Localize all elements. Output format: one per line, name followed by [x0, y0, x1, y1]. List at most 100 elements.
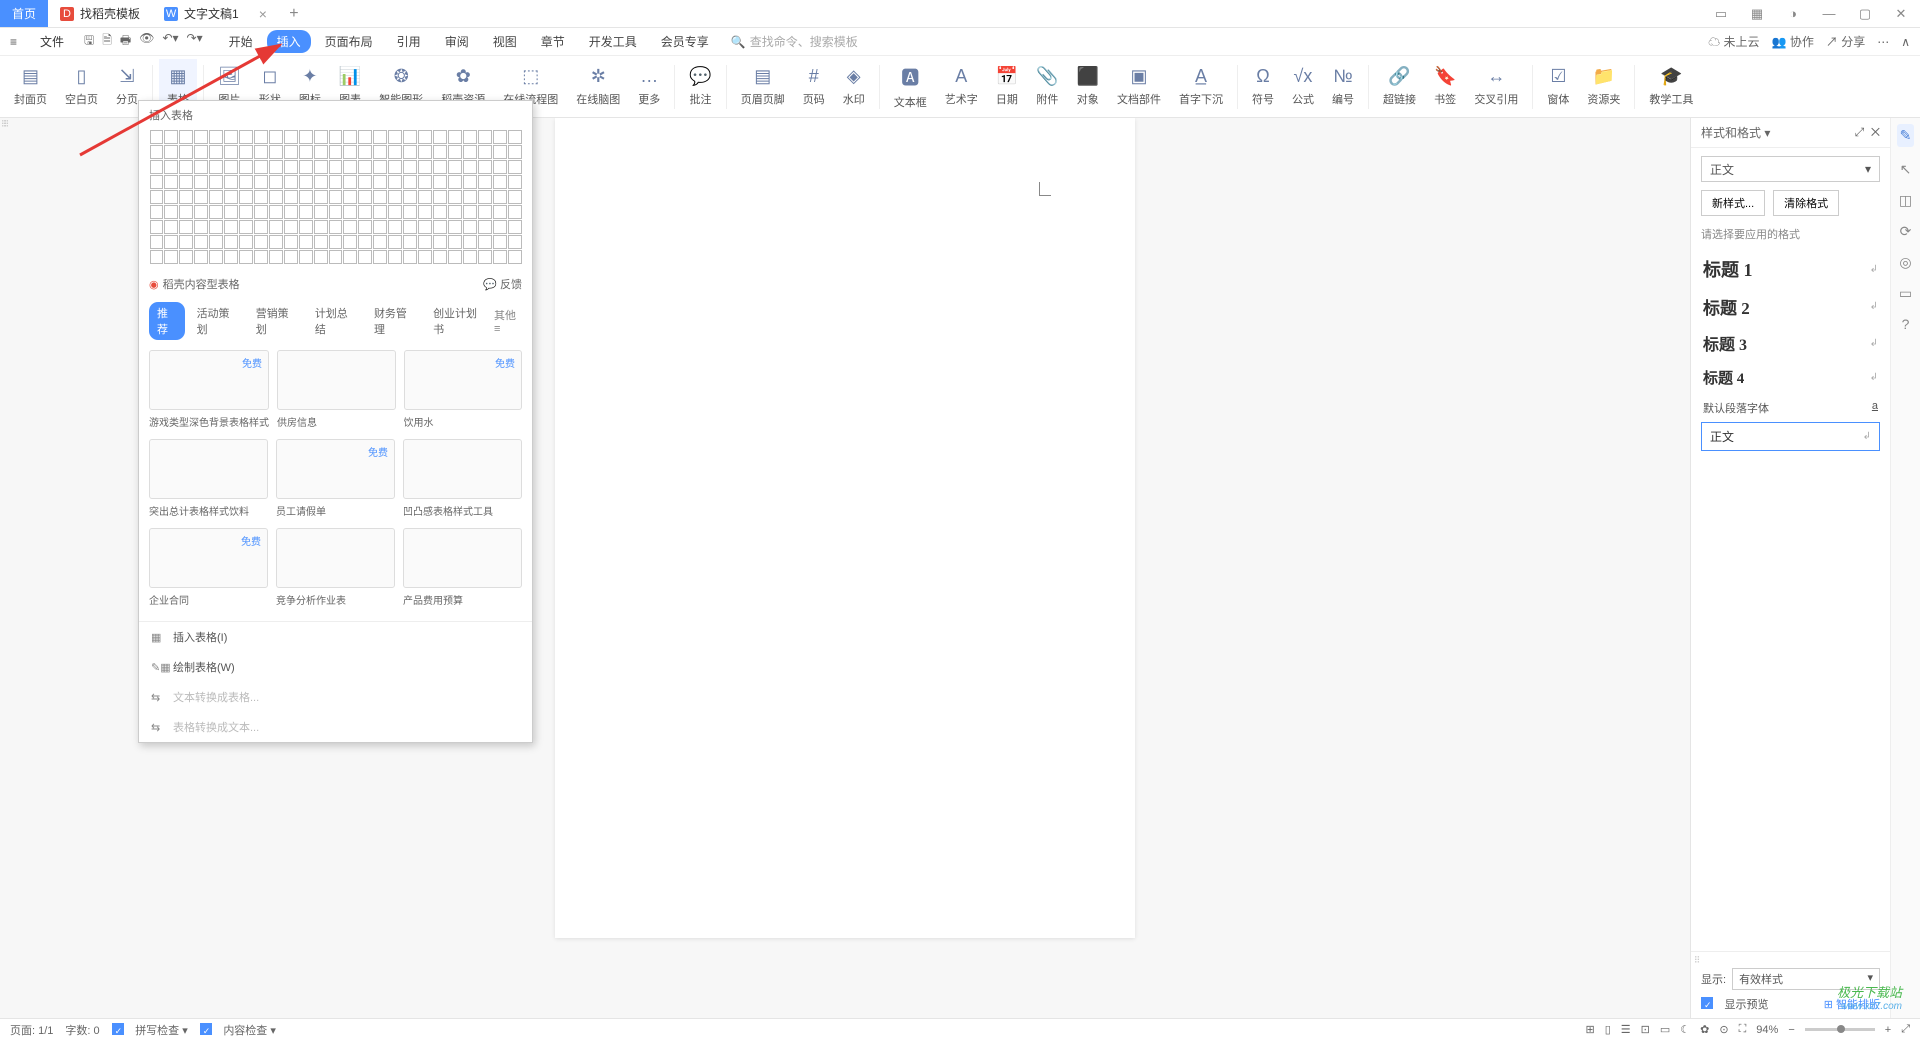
template-item[interactable]: 免费员工请假单 — [276, 439, 395, 524]
style-body[interactable]: 正文↲ — [1701, 422, 1880, 451]
grid-cell[interactable] — [448, 250, 462, 264]
grid-cell[interactable] — [358, 175, 372, 189]
grid-cell[interactable] — [150, 205, 164, 219]
grid-cell[interactable] — [239, 220, 253, 234]
grid-cell[interactable] — [224, 235, 238, 249]
grid-cell[interactable] — [343, 220, 357, 234]
grid-cell[interactable] — [508, 250, 522, 264]
grid-cell[interactable] — [224, 190, 238, 204]
grid-cell[interactable] — [269, 235, 283, 249]
grid-cell[interactable] — [224, 160, 238, 174]
rail-shapes-icon[interactable]: ◫ — [1899, 192, 1912, 209]
grid-cell[interactable] — [329, 130, 343, 144]
fullscreen-icon[interactable]: ⤢ — [1901, 1023, 1910, 1036]
grid-cell[interactable] — [493, 130, 507, 144]
rb-date[interactable]: 📅日期 — [988, 59, 1026, 115]
grid-cell[interactable] — [343, 190, 357, 204]
feedback-link[interactable]: 💬 反馈 — [483, 276, 522, 292]
grid-cell[interactable] — [448, 235, 462, 249]
grid-cell[interactable] — [463, 175, 477, 189]
grid-cell[interactable] — [329, 145, 343, 159]
grid-cell[interactable] — [433, 175, 447, 189]
grid-cell[interactable] — [343, 235, 357, 249]
grid-cell[interactable] — [448, 145, 462, 159]
rb-symbol[interactable]: Ω符号 — [1244, 59, 1282, 115]
grid-cell[interactable] — [254, 205, 268, 219]
ribbon-tab-reference[interactable]: 引用 — [387, 30, 431, 53]
grid-cell[interactable] — [418, 145, 432, 159]
grid-cell[interactable] — [299, 145, 313, 159]
grid-cell[interactable] — [284, 130, 298, 144]
grid-cell[interactable] — [388, 190, 402, 204]
grid-cell[interactable] — [478, 160, 492, 174]
grid-cell[interactable] — [508, 235, 522, 249]
default-font-item[interactable]: 默认段落字体a — [1701, 394, 1880, 422]
grid-cell[interactable] — [463, 235, 477, 249]
grid-cell[interactable] — [284, 205, 298, 219]
grid-cell[interactable] — [358, 220, 372, 234]
clear-format-button[interactable]: 清除格式 — [1773, 190, 1839, 216]
grid-cell[interactable] — [329, 190, 343, 204]
redo-icon[interactable]: ↷▾ — [187, 31, 203, 52]
rb-formula[interactable]: √x公式 — [1284, 59, 1322, 115]
zoom-out-icon[interactable]: − — [1788, 1024, 1794, 1036]
tab-home[interactable]: 首页 — [0, 0, 48, 27]
grid-cell[interactable] — [478, 145, 492, 159]
grid-cell[interactable] — [179, 175, 193, 189]
grid-cell[interactable] — [478, 235, 492, 249]
panel-close-icon[interactable]: ✕ — [1871, 125, 1880, 139]
new-tab-button[interactable]: + — [279, 0, 309, 27]
grid-cell[interactable] — [508, 220, 522, 234]
cat-other[interactable]: 其他 ≡ — [494, 307, 522, 335]
new-style-button[interactable]: 新样式... — [1701, 190, 1765, 216]
preview-checkbox[interactable]: 显示预览 — [1701, 996, 1769, 1012]
grid-cell[interactable] — [493, 250, 507, 264]
grid-cell[interactable] — [418, 250, 432, 264]
grid-cell[interactable] — [284, 160, 298, 174]
grid-cell[interactable] — [493, 235, 507, 249]
grid-cell[interactable] — [269, 160, 283, 174]
print-preview-icon[interactable]: 🗎 — [102, 31, 112, 52]
grid-cell[interactable] — [179, 145, 193, 159]
grid-cell[interactable] — [388, 250, 402, 264]
grid-cell[interactable] — [299, 205, 313, 219]
grid-cell[interactable] — [179, 250, 193, 264]
grid-cell[interactable] — [448, 130, 462, 144]
ribbon-tab-chapter[interactable]: 章节 — [531, 30, 575, 53]
rail-styles-icon[interactable]: ✎ — [1897, 124, 1915, 147]
rb-more[interactable]: …更多 — [630, 59, 668, 115]
grid-cell[interactable] — [373, 220, 387, 234]
template-item[interactable]: 免费游戏类型深色背景表格样式 — [149, 350, 269, 435]
view-read-icon[interactable]: ▭ — [1660, 1023, 1670, 1036]
cloud-status[interactable]: ☁ 未上云 — [1708, 33, 1759, 50]
grid-cell[interactable] — [478, 130, 492, 144]
rb-teach[interactable]: 🎓教学工具 — [1641, 59, 1701, 115]
grid-cell[interactable] — [403, 160, 417, 174]
grid-cell[interactable] — [493, 220, 507, 234]
grid-cell[interactable] — [209, 250, 223, 264]
template-item[interactable]: 供房信息 — [277, 350, 396, 435]
view-web-icon[interactable]: ⊡ — [1641, 1023, 1650, 1036]
grid-cell[interactable] — [224, 145, 238, 159]
cat-finance[interactable]: 财务管理 — [366, 302, 421, 340]
grid-cell[interactable] — [478, 175, 492, 189]
rail-location-icon[interactable]: ◎ — [1899, 254, 1911, 271]
status-contentcheck[interactable]: 内容检查 ▾ — [200, 1022, 276, 1038]
ribbon-tab-view[interactable]: 视图 — [483, 30, 527, 53]
grid-cell[interactable] — [224, 130, 238, 144]
close-tab-icon[interactable]: × — [259, 6, 267, 22]
grid-cell[interactable] — [299, 250, 313, 264]
grid-cell[interactable] — [164, 130, 178, 144]
grid-cell[interactable] — [194, 160, 208, 174]
grid-cell[interactable] — [209, 205, 223, 219]
grid-cell[interactable] — [463, 145, 477, 159]
grid-cell[interactable] — [254, 130, 268, 144]
file-menu[interactable]: 文件 — [36, 33, 68, 50]
ribbon-tab-insert[interactable]: 插入 — [267, 30, 311, 53]
view-page-icon[interactable]: ▯ — [1605, 1023, 1611, 1036]
grid-cell[interactable] — [209, 190, 223, 204]
grid-cell[interactable] — [239, 175, 253, 189]
grid-cell[interactable] — [433, 235, 447, 249]
cat-recommend[interactable]: 推荐 — [149, 302, 185, 340]
rb-docpart[interactable]: ▣文档部件 — [1109, 59, 1169, 115]
